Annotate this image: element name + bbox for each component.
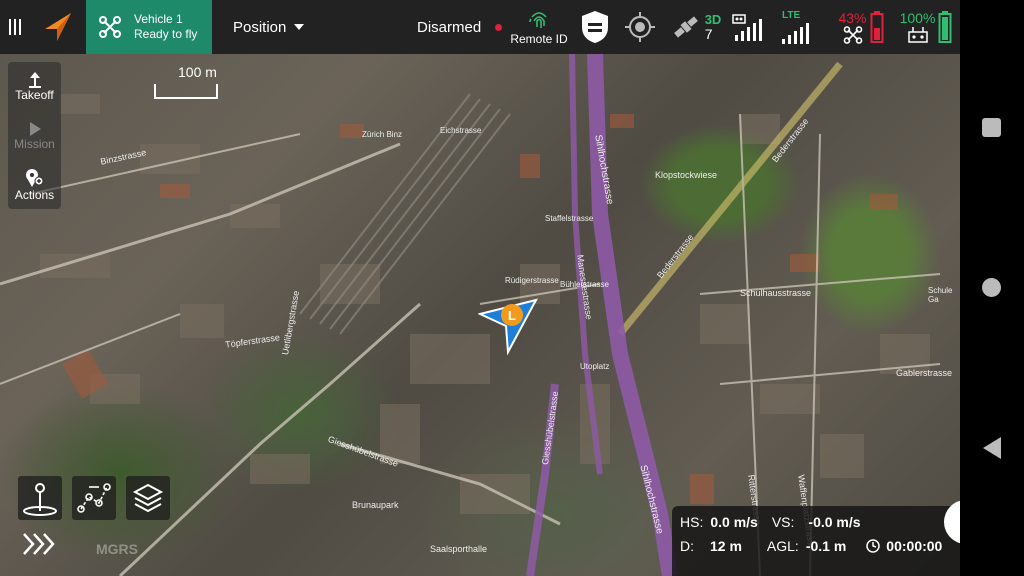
gps-status[interactable]: 3D 7 (668, 0, 724, 54)
app-logo-icon[interactable] (30, 0, 86, 54)
controller-battery-percent: 100% (899, 10, 936, 26)
drone-small-icon (843, 26, 862, 44)
app-screen: Sihlhochstrasse Sihlhochstrasse Manesses… (0, 0, 960, 576)
vehicle-name: Vehicle 1 (134, 12, 183, 26)
takeoff-label: Takeoff (15, 87, 54, 102)
rc-signal-indicator[interactable] (730, 0, 766, 54)
armed-status-dot (495, 23, 503, 31)
street-label: Zürich Binz (362, 130, 403, 139)
back-icon[interactable] (982, 436, 1002, 460)
mission-play-icon (29, 121, 41, 136)
vehicle-battery-percent: 43% (838, 10, 867, 26)
street-label: Rüdigerstrasse (505, 276, 559, 285)
agl-label: AGL: (766, 538, 799, 554)
expand-panel-button[interactable] (22, 530, 56, 558)
grid-overlay-label: MGRS (96, 541, 138, 557)
takeoff-icon (28, 71, 41, 88)
telemetry-panel: HS: 0.0 m/s VS: -0.0 m/s D: 12 m AGL: -0… (672, 506, 960, 576)
vehicle-marker[interactable]: L (478, 298, 542, 358)
street-label: Eichstrasse (440, 126, 482, 135)
d-label: D: (680, 538, 694, 554)
rc-signal-icon (732, 14, 762, 41)
lte-label: LTE (782, 9, 801, 21)
controller-battery-indicator[interactable]: 100% (896, 0, 956, 54)
agl-value: -0.1 m (805, 538, 847, 554)
actions-button[interactable]: Actions (8, 160, 61, 209)
gps-lock-indicator[interactable] (622, 0, 658, 54)
map-layers-button[interactable] (126, 476, 170, 520)
crosshair-icon (625, 12, 655, 42)
scale-bar (154, 84, 218, 99)
distance-row: D: 12 m AGL: -0.1 m 00:00:00 (680, 538, 942, 554)
controller-icon (907, 27, 928, 43)
armed-state-label: Disarmed (417, 18, 482, 36)
street-label: Klopstockwiese (655, 170, 718, 180)
speed-row: HS: 0.0 m/s VS: -0.0 m/s (680, 514, 861, 530)
home-launch-marker[interactable]: L (501, 304, 523, 326)
hs-label: HS: (680, 514, 704, 530)
flight-mode-label: Position (233, 18, 287, 36)
gps-fix-label: 3D (704, 12, 722, 27)
battery-low-icon (870, 11, 884, 43)
street-label: Saalsporthalle (430, 544, 488, 554)
geofence-shield[interactable] (578, 0, 612, 54)
vehicle-selector[interactable]: Vehicle 1 Ready to fly (86, 0, 212, 54)
street-label: Gablerstrasse (896, 368, 953, 378)
vs-value: -0.0 m/s (808, 514, 861, 530)
system-navigation-bar (960, 0, 1024, 576)
actions-icon (25, 168, 43, 187)
pin-location-icon (23, 483, 57, 516)
home-icon[interactable] (982, 278, 1001, 297)
d-value: 12 m (710, 538, 742, 554)
street-label: Schule Ga (928, 286, 953, 304)
layers-icon (132, 483, 164, 513)
flight-mode-dropdown[interactable]: Position (212, 0, 393, 54)
remote-id-label: Remote ID (510, 32, 568, 46)
fingerprint-icon (529, 12, 547, 28)
chevron-triple-right-icon (23, 533, 55, 555)
center-vehicle-button[interactable] (18, 476, 62, 520)
left-action-bar: Takeoff Mission Actions (8, 62, 61, 209)
actions-label: Actions (14, 187, 55, 202)
route-path-icon (77, 483, 111, 513)
street-label: Schulhausstrasse (740, 288, 812, 298)
plan-mission-button[interactable] (72, 476, 116, 520)
remote-id-indicator[interactable]: Remote ID (510, 0, 568, 54)
clock-icon (866, 539, 881, 553)
takeoff-button[interactable]: Takeoff (8, 62, 61, 111)
map-scale: 100 m (154, 64, 218, 100)
recent-apps-icon[interactable] (982, 118, 1001, 137)
mission-label: Mission (14, 136, 55, 151)
flight-timer: 00:00:00 (886, 538, 943, 554)
arm-status[interactable]: Disarmed (417, 0, 503, 54)
shield-icon (582, 11, 608, 43)
gps-satellite-count: 7 (704, 26, 713, 42)
hs-value: 0.0 m/s (710, 514, 758, 530)
hamburger-menu-icon[interactable] (0, 0, 30, 54)
chevron-down-icon (294, 24, 305, 30)
satellite-icon (673, 16, 698, 38)
cell-signal-icon (782, 22, 809, 44)
battery-full-icon (938, 11, 952, 43)
drone-icon (99, 16, 121, 38)
vehicle-battery-indicator[interactable]: 43% (834, 0, 888, 54)
mission-button[interactable]: Mission (8, 111, 61, 160)
street-label: Bühlerstrasse (560, 280, 609, 289)
street-label: Utoplatz (580, 362, 610, 371)
lte-signal-indicator[interactable]: LTE (778, 0, 814, 54)
street-label: Staffelstrasse (545, 214, 594, 223)
vehicle-status: Ready to fly (134, 27, 198, 41)
vs-label: VS: (771, 514, 795, 530)
street-label: Brunaupark (352, 500, 399, 510)
